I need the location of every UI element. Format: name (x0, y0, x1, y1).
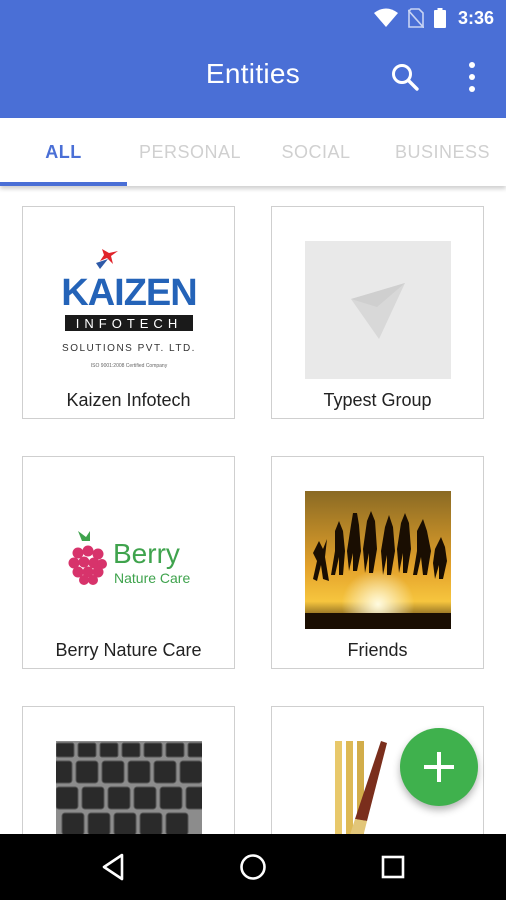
system-nav-bar (0, 834, 506, 900)
back-icon (102, 853, 124, 881)
home-button[interactable] (236, 850, 270, 884)
tab-indicator (0, 182, 127, 186)
home-icon (240, 854, 266, 880)
no-sim-icon (407, 8, 424, 28)
kaizen-logo: KAIZEN INFOTECH SOLUTIONS PVT. LTD. ISO … (56, 241, 202, 379)
berry-logo: Berry Nature Care (56, 491, 202, 629)
more-vert-icon (469, 62, 475, 92)
battery-icon (433, 8, 446, 28)
entity-card-friends[interactable]: Friends (271, 456, 484, 669)
recents-button[interactable] (376, 850, 410, 884)
add-entity-button[interactable] (400, 728, 478, 806)
entity-card-typest-group[interactable]: Typest Group (271, 206, 484, 419)
kaizen-logo-subtitle: INFOTECH (76, 316, 182, 331)
berry-logo-title: Berry (113, 538, 180, 569)
entity-card-kaizen-infotech[interactable]: KAIZEN INFOTECH SOLUTIONS PVT. LTD. ISO … (22, 206, 235, 419)
image-placeholder-icon (351, 283, 405, 339)
entity-name: Typest Group (323, 390, 432, 410)
entity-name: Kaizen Infotech (66, 390, 191, 410)
more-options-button[interactable] (462, 60, 482, 94)
tab-business[interactable]: BUSINESS (379, 118, 506, 186)
berry-logo-subtitle: Nature Care (114, 570, 190, 586)
entity-card-keyboard[interactable] (22, 706, 235, 834)
plus-icon (424, 752, 454, 782)
tab-bar: ALL PERSONAL SOCIAL BUSINESS (0, 118, 506, 186)
tab-personal[interactable]: PERSONAL (127, 118, 253, 186)
kaizen-logo-tagline: SOLUTIONS PVT. LTD. (62, 343, 196, 354)
tab-all[interactable]: ALL (0, 118, 127, 186)
placeholder-image (305, 241, 451, 379)
kaizen-logo-title: KAIZEN (61, 272, 196, 314)
entity-name: Friends (347, 640, 408, 660)
keyboard-photo (56, 741, 202, 834)
entity-card-berry-nature-care[interactable]: Berry Nature Care Berry Nature Care (22, 456, 235, 669)
page-title: Entities (205, 58, 301, 89)
back-button[interactable] (96, 850, 130, 884)
recents-icon (381, 855, 405, 879)
search-icon (392, 64, 419, 91)
entity-name: Berry Nature Care (55, 640, 202, 660)
kaizen-logo-iso: ISO 9001:2008 Certified Company (91, 363, 168, 369)
search-button[interactable] (390, 62, 420, 92)
status-bar: 3:36 (0, 0, 506, 36)
wifi-icon (373, 8, 398, 27)
app-bar: Entities (0, 36, 506, 118)
friends-photo (305, 491, 451, 629)
status-time: 3:36 (457, 7, 494, 28)
tab-social[interactable]: SOCIAL (253, 118, 379, 186)
